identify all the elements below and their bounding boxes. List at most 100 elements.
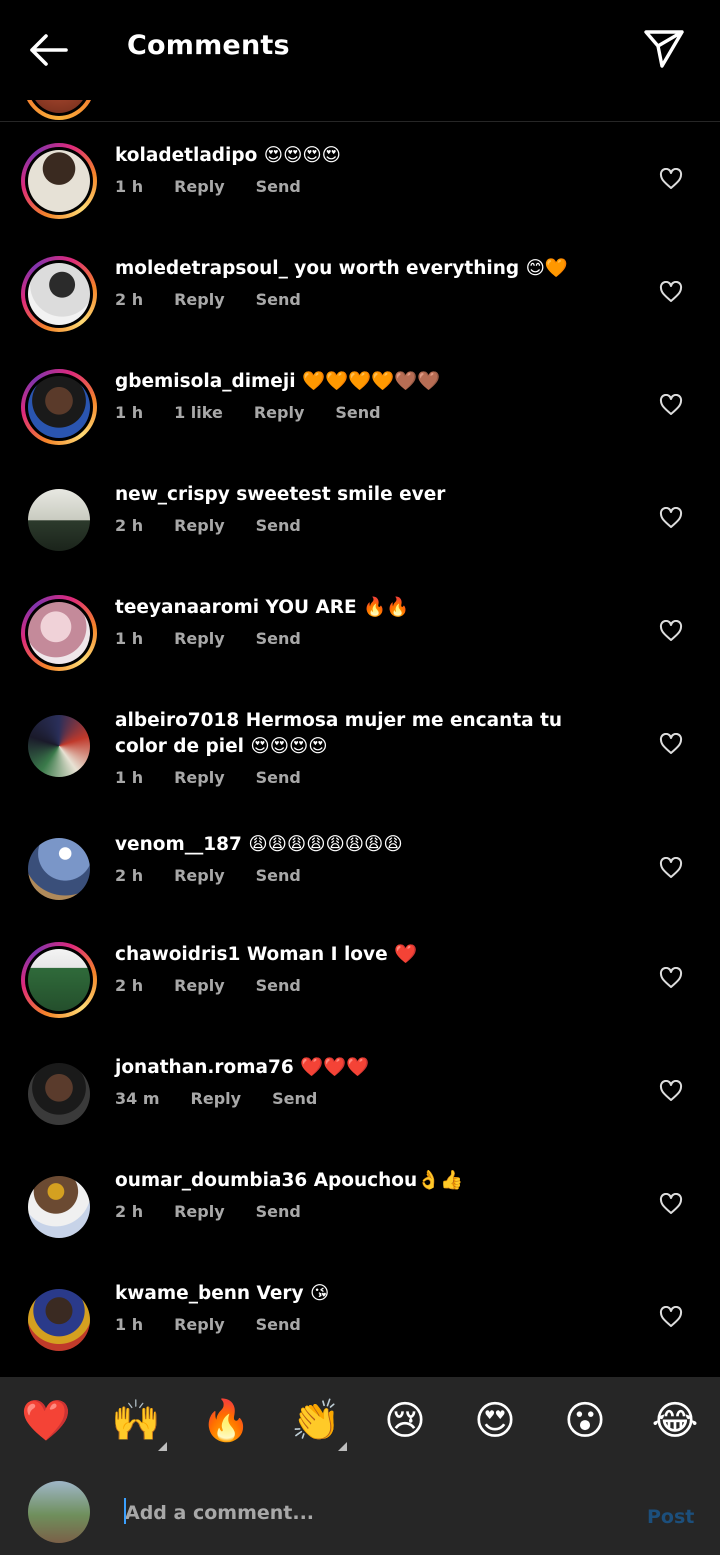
reaction-laughing[interactable]: 😂 — [651, 1397, 699, 1445]
avatar[interactable] — [28, 1289, 90, 1351]
reply-button[interactable]: Reply — [174, 177, 225, 196]
avatar[interactable] — [21, 256, 97, 332]
comment-time: 34 m — [115, 1089, 160, 1108]
comment-time: 1 h — [115, 768, 144, 787]
text-caret — [124, 1498, 126, 1524]
comment-username[interactable]: kwame_benn — [115, 1283, 250, 1304]
reaction-crying[interactable]: 😢 — [381, 1397, 429, 1445]
reply-button[interactable]: Reply — [174, 1202, 225, 1221]
heart-icon[interactable] — [659, 620, 683, 642]
likes-count[interactable]: 1 like — [174, 403, 223, 422]
comment-item: jonathan.roma76 ❤️❤️❤️ 34 m Reply Send — [0, 1047, 720, 1160]
heart-icon[interactable] — [659, 967, 683, 989]
comment-username[interactable]: moledetrapsoul_ — [115, 258, 288, 279]
reply-button[interactable]: Reply — [174, 976, 225, 995]
avatar[interactable] — [28, 715, 90, 777]
comment-username[interactable]: gbemisola_dimeji — [115, 371, 296, 392]
avatar[interactable] — [21, 369, 97, 445]
comment-item: oumar_doumbia36 Apouchou👌👍 2 h Reply Send — [0, 1160, 720, 1273]
comment-text: Woman I love ❤️ — [246, 944, 418, 965]
send-button[interactable]: Send — [256, 1315, 301, 1334]
send-button[interactable]: Send — [256, 768, 301, 787]
comment-item: chawoidris1 Woman I love ❤️ 2 h Reply Send — [0, 934, 720, 1047]
quick-reaction-bar: ❤️ 🙌 🔥 👏 😢 😍 😮 😂 — [0, 1377, 720, 1473]
comment-username[interactable]: teeyanaaromi — [115, 597, 259, 618]
send-button[interactable]: Send — [256, 177, 301, 196]
avatar[interactable] — [28, 489, 90, 551]
avatar[interactable] — [28, 838, 90, 900]
comment-text: 😩😩😩😩😩😩😩😩 — [248, 834, 403, 855]
comment-item: new_crispy sweetest smile ever 2 h Reply S… — [0, 461, 720, 574]
back-arrow-icon[interactable] — [26, 28, 72, 72]
heart-icon[interactable] — [659, 733, 683, 755]
comment-text: ❤️❤️❤️ — [300, 1057, 370, 1078]
comment-item: albeiro7018 Hermosa mujer me encanta tu … — [0, 687, 720, 824]
heart-icon[interactable] — [659, 507, 683, 529]
heart-icon[interactable] — [659, 857, 683, 879]
avatar[interactable] — [28, 1176, 90, 1238]
reaction-surprised[interactable]: 😮 — [561, 1397, 609, 1445]
comment-username[interactable]: albeiro7018 — [115, 710, 239, 731]
heart-icon[interactable] — [659, 1306, 683, 1328]
heart-icon[interactable] — [659, 1080, 683, 1102]
reaction-fire[interactable]: 🔥 — [201, 1397, 251, 1445]
comment-username[interactable]: chawoidris1 — [115, 944, 240, 965]
send-button[interactable]: Send — [256, 516, 301, 535]
comment-text: Very 😘 — [256, 1283, 330, 1304]
reaction-clapping[interactable]: 👏 — [291, 1397, 347, 1451]
send-icon[interactable] — [642, 26, 686, 70]
comment-text: you worth everything 😊🧡 — [294, 258, 568, 279]
reply-button[interactable]: Reply — [174, 768, 225, 787]
send-button[interactable]: Send — [256, 290, 301, 309]
comment-input[interactable] — [125, 1497, 605, 1529]
reply-button[interactable]: Reply — [174, 866, 225, 885]
top-bar: Comments — [0, 0, 720, 100]
heart-icon[interactable] — [659, 394, 683, 416]
comment-composer: Post — [0, 1473, 720, 1555]
comment-item: teeyanaaromi YOU ARE 🔥🔥 1 h Reply Send — [0, 574, 720, 687]
send-button[interactable]: Send — [256, 1202, 301, 1221]
comment-item: gbemisola_dimeji 🧡🧡🧡🧡🤎🤎 1 h 1 like Reply Se… — [0, 348, 720, 461]
comment-username[interactable]: new_crispy — [115, 484, 230, 505]
comment-text: 🧡🧡🧡🧡🤎🤎 — [302, 371, 441, 392]
avatar[interactable] — [28, 1063, 90, 1125]
reply-button[interactable]: Reply — [174, 516, 225, 535]
comment-text: YOU ARE 🔥🔥 — [265, 597, 410, 618]
comment-username[interactable]: venom__187 — [115, 834, 242, 855]
reply-button[interactable]: Reply — [174, 290, 225, 309]
comment-time: 1 h — [115, 177, 144, 196]
heart-icon[interactable] — [659, 1193, 683, 1215]
reaction-heart[interactable]: ❤️ — [21, 1397, 71, 1445]
send-button[interactable]: Send — [256, 976, 301, 995]
avatar[interactable] — [21, 942, 97, 1018]
avatar[interactable] — [21, 143, 97, 219]
reply-button[interactable]: Reply — [174, 1315, 225, 1334]
send-button[interactable]: Send — [272, 1089, 317, 1108]
reply-button[interactable]: Reply — [174, 629, 225, 648]
comment-time: 2 h — [115, 866, 144, 885]
heart-icon[interactable] — [659, 168, 683, 190]
reaction-raising-hands[interactable]: 🙌 — [111, 1397, 167, 1451]
reply-button[interactable]: Reply — [191, 1089, 242, 1108]
comment-time: 2 h — [115, 290, 144, 309]
send-button[interactable]: Send — [256, 866, 301, 885]
comment-time: 1 h — [115, 403, 144, 422]
raising-hands-icon: 🙌 — [111, 1398, 161, 1444]
comment-item: koladetladipo 😍😍😍😍 1 h Reply Send — [0, 122, 720, 235]
comment-text: sweetest smile ever — [236, 484, 446, 505]
post-button[interactable]: Post — [647, 1506, 694, 1528]
comment-text: 😍😍😍😍 — [263, 145, 341, 166]
heart-icon[interactable] — [659, 281, 683, 303]
reply-button[interactable]: Reply — [254, 403, 305, 422]
reaction-heart-eyes[interactable]: 😍 — [471, 1397, 519, 1445]
comment-item: moledetrapsoul_ you worth everything 😊🧡 … — [0, 235, 720, 348]
send-button[interactable]: Send — [335, 403, 380, 422]
avatar[interactable] — [21, 595, 97, 671]
comment-time: 2 h — [115, 1202, 144, 1221]
comment-time: 1 h — [115, 629, 144, 648]
send-button[interactable]: Send — [256, 629, 301, 648]
comment-list[interactable]: koladetladipo 😍😍😍😍 1 h Reply Send moledetr… — [0, 122, 720, 1378]
comment-username[interactable]: oumar_doumbia36 — [115, 1170, 307, 1191]
comment-username[interactable]: jonathan.roma76 — [115, 1057, 294, 1078]
comment-username[interactable]: koladetladipo — [115, 145, 257, 166]
